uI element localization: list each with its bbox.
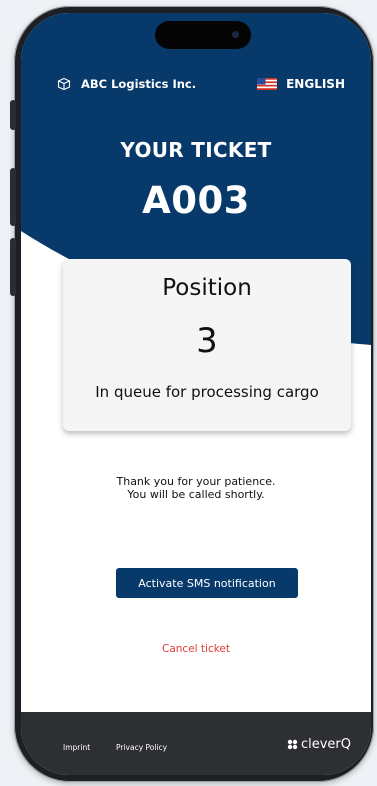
queue-card: Position 3 In queue for processing cargo — [63, 259, 351, 431]
brand-name: cleverQ — [300, 737, 351, 752]
cleverq-brand: cleverQ — [287, 737, 351, 752]
ticket-number: A003 — [142, 179, 250, 222]
side-button-mute — [10, 100, 16, 130]
position-value: 3 — [196, 321, 218, 361]
ticket-label: YOUR TICKET — [120, 138, 272, 162]
us-flag-icon — [257, 78, 278, 90]
phone-screen: ABC Logistics Inc. ENGLISH YOUR TICKET A… — [21, 13, 371, 775]
dynamic-island — [155, 21, 251, 49]
language-label: ENGLISH — [286, 77, 345, 91]
cancel-ticket-link[interactable]: Cancel ticket — [21, 643, 371, 655]
camera-dot — [232, 31, 239, 38]
footer: Imprint Privacy Policy cleverQ — [21, 712, 371, 775]
privacy-policy-link[interactable]: Privacy Policy — [116, 743, 167, 752]
patience-message: Thank you for your patience. You will be… — [21, 475, 371, 501]
language-selector[interactable]: ENGLISH — [257, 77, 345, 91]
side-button-volume-down — [10, 238, 16, 296]
patience-line-1: Thank you for your patience. — [116, 475, 276, 488]
top-bar: ABC Logistics Inc. ENGLISH — [21, 77, 371, 97]
patience-line-2: You will be called shortly. — [127, 488, 265, 501]
queue-description: In queue for processing cargo — [95, 383, 319, 401]
position-label: Position — [162, 275, 252, 301]
side-button-volume-up — [10, 168, 16, 226]
box-icon — [57, 77, 71, 91]
activate-sms-button[interactable]: Activate SMS notification — [116, 568, 298, 598]
company-info: ABC Logistics Inc. — [57, 77, 196, 91]
imprint-link[interactable]: Imprint — [63, 743, 90, 752]
cleverq-logo-icon — [287, 739, 298, 750]
company-name: ABC Logistics Inc. — [81, 77, 197, 91]
